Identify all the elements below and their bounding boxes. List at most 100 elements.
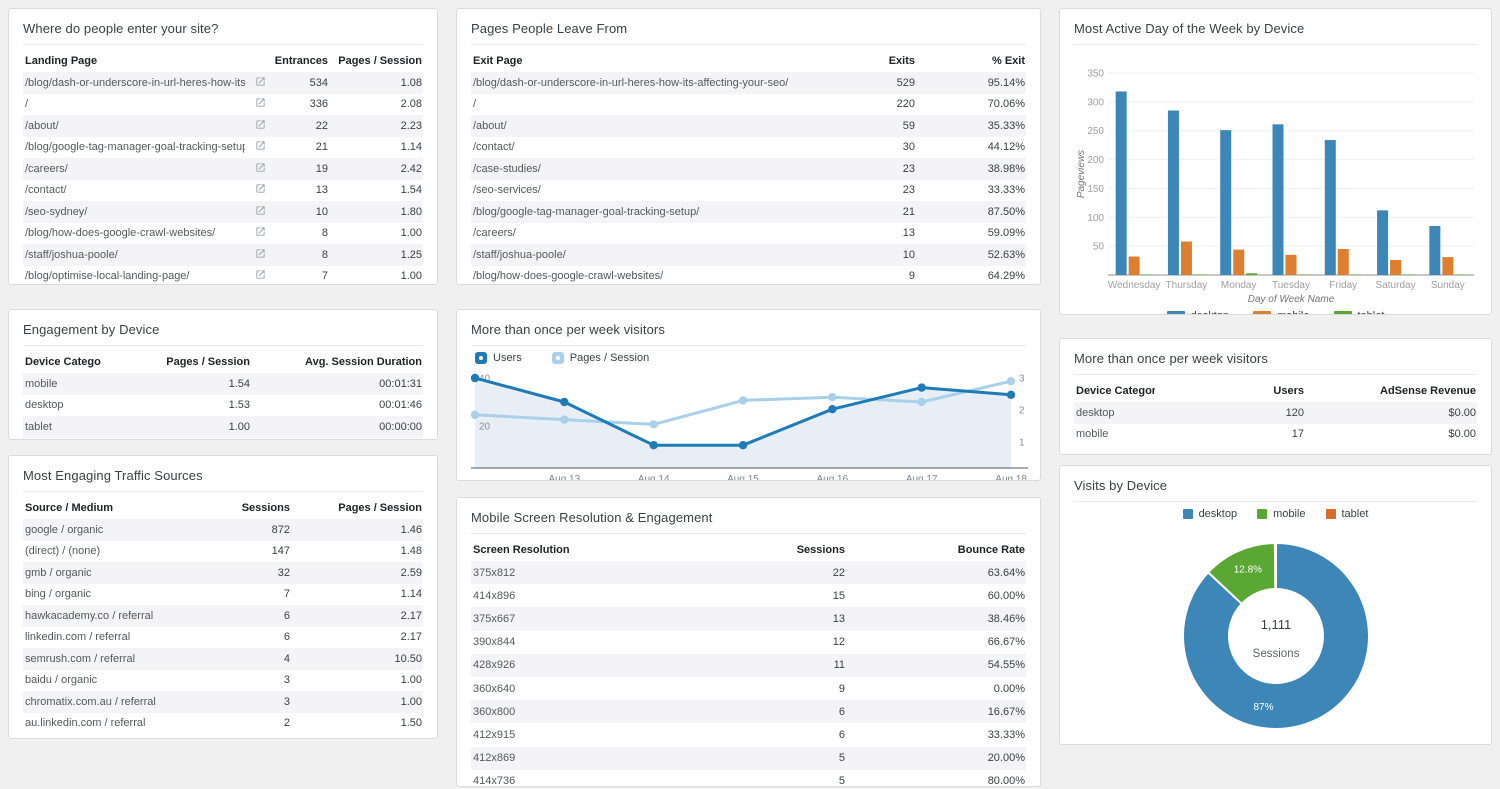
row-label: semrush.com / referral: [25, 652, 136, 665]
data-point[interactable]: [470, 410, 480, 419]
open-in-new-icon[interactable]: [255, 205, 266, 216]
bar-mobile-tuesday[interactable]: [1285, 254, 1297, 275]
legend-label: Pages / Session: [569, 352, 650, 364]
bar-desktop-monday[interactable]: [1220, 130, 1232, 275]
data-point[interactable]: [917, 397, 926, 407]
legend-item-pages-session[interactable]: Pages / Session: [551, 352, 650, 364]
link-icon-cell[interactable]: [245, 158, 269, 180]
row-value: 1.00: [228, 420, 250, 433]
data-point[interactable]: [738, 396, 748, 405]
bar-mobile-sunday[interactable]: [1442, 257, 1454, 275]
legend-label: desktop: [1198, 508, 1238, 520]
line-chart-svg[interactable]: 4020321... Aug 13 Aug 14 Aug 15 Aug 16 Aug 17…: [470, 368, 1028, 481]
link-icon-cell[interactable]: [245, 201, 269, 223]
legend-label: tablet: [1341, 508, 1369, 520]
row-label: /staff/joshua-poole/: [473, 248, 566, 261]
table-row: au.linkedin.com / referral 2 1.50: [23, 713, 423, 735]
card-title: Pages People Leave From: [471, 16, 1026, 45]
dashboard-page: Where do people enter your site? Landing…: [0, 0, 1500, 789]
data-point[interactable]: [828, 405, 837, 414]
data-point[interactable]: [560, 415, 569, 424]
bar-mobile-monday[interactable]: [1233, 249, 1245, 275]
open-in-new-icon[interactable]: [255, 162, 266, 173]
data-point[interactable]: [1006, 377, 1016, 386]
table-row: (direct) / (none) 147 1.48: [23, 541, 423, 563]
table-row: /blog/google-tag-manager-goal-tracking-s…: [23, 137, 423, 159]
svg-text:Sunday: Sunday: [1431, 280, 1465, 291]
bar-desktop-saturday[interactable]: [1377, 210, 1389, 275]
svg-text:1: 1: [1019, 438, 1025, 449]
legend-item-users[interactable]: Users: [475, 352, 522, 364]
link-icon-cell[interactable]: [245, 180, 269, 202]
open-in-new-icon[interactable]: [255, 76, 266, 87]
card-exit-pages: Pages People Leave From Exit Page Exits % …: [456, 8, 1041, 285]
table-row: 414x736 5 80.00%: [471, 770, 1026, 786]
table-row: chromatix.com.au / referral 3 1.00: [23, 691, 423, 713]
tablet-swatch-icon: [1333, 311, 1352, 314]
link-icon-cell[interactable]: [245, 223, 269, 245]
row-label: desktop: [1076, 406, 1115, 419]
table-row: semrush.com / referral 4 10.50: [23, 648, 423, 670]
weekly-visitors-table: Device Category Users AdSense Revenue deskt…: [1074, 380, 1477, 445]
open-in-new-icon[interactable]: [255, 248, 266, 259]
link-icon-cell[interactable]: [245, 137, 269, 159]
bar-tablet-wednesday[interactable]: [1141, 274, 1153, 275]
link-icon-cell[interactable]: [245, 72, 269, 94]
row-label: 412x869: [473, 752, 516, 765]
open-in-new-icon[interactable]: [255, 140, 266, 151]
open-in-new-icon[interactable]: [255, 119, 266, 130]
bar-tablet-sunday[interactable]: [1455, 274, 1467, 275]
bar-tablet-saturday[interactable]: [1403, 274, 1415, 275]
data-point[interactable]: [649, 420, 658, 429]
donut-slice-tablet[interactable]: [1273, 541, 1277, 591]
row-label: 414x896: [473, 589, 516, 602]
bar-desktop-tuesday[interactable]: [1272, 124, 1284, 275]
data-point[interactable]: [560, 397, 569, 407]
link-icon-cell[interactable]: [245, 244, 269, 266]
open-in-new-icon[interactable]: [255, 269, 266, 280]
donut-chart-svg[interactable]: 87% 12.8% 1,111 Sessions: [1074, 524, 1478, 744]
data-point[interactable]: [917, 383, 926, 392]
row-value: 23: [902, 184, 915, 197]
data-point[interactable]: [828, 393, 837, 402]
bar-desktop-sunday[interactable]: [1429, 225, 1441, 275]
bar-tablet-thursday[interactable]: [1193, 274, 1205, 275]
row-label: bing / organic: [25, 588, 92, 601]
table-row: /seo-services/23 33.33%: [471, 180, 1026, 202]
svg-text:Friday: Friday: [1329, 280, 1357, 291]
bar-tablet-monday[interactable]: [1246, 273, 1258, 275]
open-in-new-icon[interactable]: [255, 226, 266, 237]
mobile-swatch-icon: [1257, 509, 1268, 519]
bar-tablet-friday[interactable]: [1350, 274, 1362, 275]
bar-mobile-thursday[interactable]: [1180, 241, 1192, 275]
row-value: 1.48: [400, 545, 422, 558]
bar-mobile-saturday[interactable]: [1390, 259, 1402, 275]
bar-desktop-thursday[interactable]: [1167, 110, 1179, 275]
card-engagement-by-device: Engagement by Device Device Category Page…: [8, 309, 438, 440]
bar-tablet-tuesday[interactable]: [1298, 274, 1310, 275]
open-in-new-icon[interactable]: [255, 183, 266, 194]
bar-desktop-wednesday[interactable]: [1115, 91, 1127, 275]
bar-desktop-friday[interactable]: [1324, 139, 1336, 275]
link-icon-cell[interactable]: [245, 94, 269, 116]
link-icon-cell[interactable]: [245, 266, 269, 285]
bar-chart-svg[interactable]: 50 100 150 200 250 300 350 Wednesday Thursday Mon…: [1074, 45, 1478, 305]
visits-donut-chart: desktop mobile tablet 87% 12.8% 1,111 Sessions: [1074, 502, 1478, 744]
bar-mobile-wednesday[interactable]: [1128, 256, 1140, 275]
row-value: 7: [283, 588, 290, 601]
svg-text:Tuesday: Tuesday: [1272, 280, 1310, 291]
data-point[interactable]: [1006, 390, 1016, 399]
data-point[interactable]: [649, 441, 658, 450]
bar-mobile-friday[interactable]: [1337, 249, 1349, 275]
table-header-row: Screen Resolution Sessions Bounce Rate: [471, 539, 1026, 561]
link-icon-cell[interactable]: [245, 115, 269, 137]
data-point[interactable]: [470, 373, 480, 383]
row-value: 1.25: [400, 248, 422, 261]
row-value: 17: [1291, 428, 1304, 441]
open-in-new-icon[interactable]: [255, 97, 266, 108]
row-value: 15: [832, 589, 845, 602]
row-value: 6: [838, 705, 845, 718]
data-point[interactable]: [738, 441, 748, 450]
row-label: /careers/: [473, 227, 516, 240]
row-value: 1.00: [400, 695, 422, 708]
